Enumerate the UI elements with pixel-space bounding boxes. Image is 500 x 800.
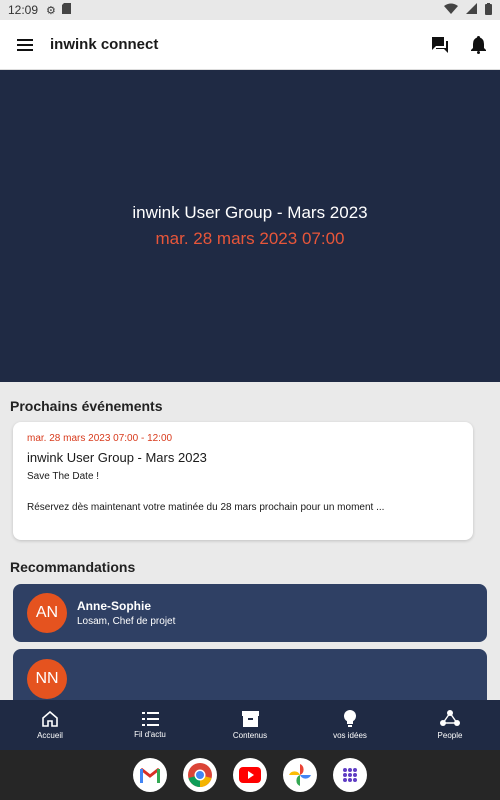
chat-button[interactable] [431, 36, 449, 54]
nav-item-people[interactable]: People [400, 700, 500, 750]
bell-icon [471, 35, 486, 54]
nav-item-vos-idees[interactable]: vos idées [300, 700, 400, 750]
app-title: inwink connect [50, 36, 159, 53]
hamburger-icon [17, 38, 33, 51]
event-description: Réservez dès maintenant votre matinée du… [27, 502, 385, 513]
nav-label: People [437, 731, 463, 740]
app-dock [0, 750, 500, 800]
wifi-icon [444, 3, 458, 17]
event-date: mar. 28 mars 2023 07:00 - 12:00 [27, 433, 173, 444]
battery-icon [485, 2, 492, 18]
app-bar: inwink connect [0, 20, 500, 70]
home-icon [42, 710, 58, 727]
hero-event-date: mar. 28 mars 2023 07:00 [155, 229, 345, 248]
hero-banner[interactable]: inwink User Group - Mars 2023 mar. 28 ma… [0, 70, 500, 382]
sim-status-icon [61, 3, 71, 17]
recommendation-card[interactable]: AN Anne-Sophie Losam, Chef de projet [13, 584, 487, 642]
photos-icon [289, 764, 311, 786]
youtube-icon [239, 767, 261, 783]
avatar: NN [27, 659, 67, 699]
status-bar: 12:09 ⚙ [0, 0, 500, 20]
person-role: Losam, Chef de projet [77, 616, 176, 627]
avatar: AN [27, 593, 67, 633]
nav-label: Fil d'actu [134, 729, 166, 739]
event-card[interactable]: mar. 28 mars 2023 07:00 - 12:00 inwink U… [13, 422, 473, 540]
person-name: Anne-Sophie [77, 599, 151, 613]
nav-item-accueil[interactable]: Accueil [0, 700, 100, 750]
upcoming-events-title: Prochains événements [10, 398, 163, 414]
list-icon [141, 711, 159, 726]
nav-label: Contenus [232, 730, 268, 740]
gmail-app[interactable] [133, 758, 167, 792]
apps-drawer[interactable] [333, 758, 367, 792]
chrome-app[interactable] [183, 758, 217, 792]
gmail-icon [140, 767, 160, 783]
apps-icon [343, 768, 357, 782]
hero-event-name: inwink User Group - Mars 2023 [132, 203, 368, 222]
chat-icon [432, 36, 448, 53]
signal-icon [466, 3, 477, 17]
menu-button[interactable] [0, 38, 50, 51]
youtube-app[interactable] [233, 758, 267, 792]
people-icon [440, 710, 460, 726]
nav-item-contenus[interactable]: Contenus [200, 700, 300, 750]
recommendations-title: Recommandations [10, 559, 136, 575]
event-title: inwink User Group - Mars 2023 [27, 450, 207, 465]
lightbulb-icon [344, 710, 356, 727]
archive-icon [241, 710, 259, 727]
nav-label: vos idées [333, 731, 367, 740]
photos-app[interactable] [283, 758, 317, 792]
nav-item-fil-actu[interactable]: Fil d'actu [100, 700, 200, 750]
notifications-button[interactable] [471, 35, 486, 54]
status-time: 12:09 [8, 3, 39, 17]
event-subtitle: Save The Date ! [27, 471, 100, 482]
bottom-navigation: Accueil Fil d'actu Contenus vos idées Pe… [0, 700, 500, 750]
nav-label: Accueil [37, 730, 63, 740]
settings-status-icon: ⚙ [46, 4, 56, 17]
chrome-icon [188, 763, 212, 787]
